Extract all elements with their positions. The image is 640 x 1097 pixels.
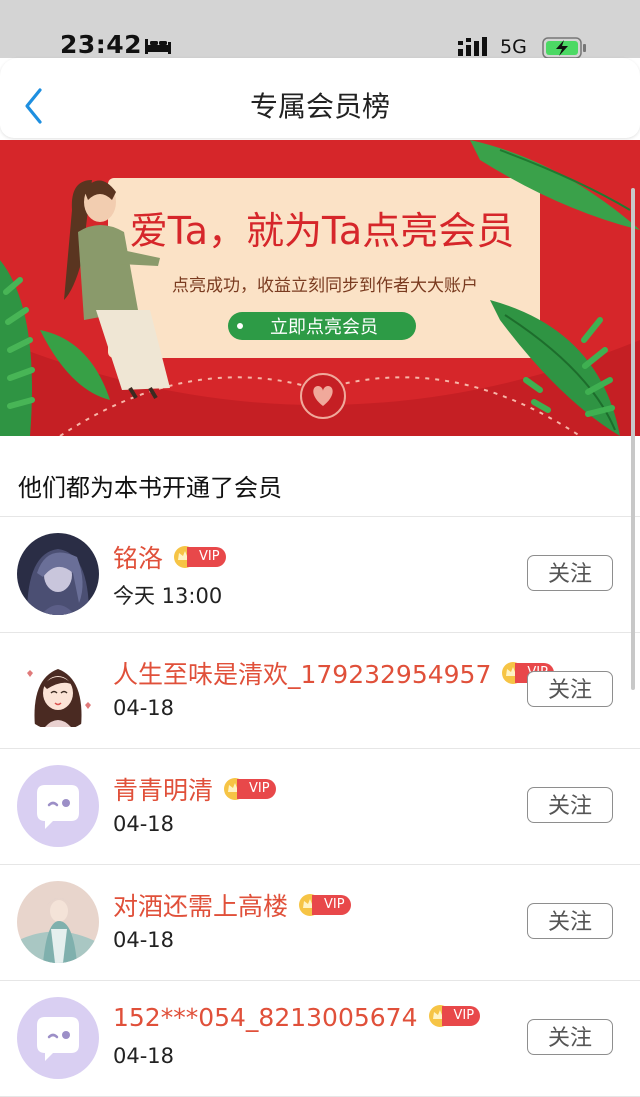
signal-icon xyxy=(458,37,487,56)
avatar[interactable] xyxy=(17,533,99,615)
follow-button[interactable]: 关注 xyxy=(527,671,613,707)
cartoon-girl-avatar-icon xyxy=(17,649,99,731)
ancient-style-avatar-icon xyxy=(17,881,99,963)
page-title: 专属会员榜 xyxy=(249,90,390,123)
member-name: 152***054_8213005674 VIP xyxy=(113,1003,482,1032)
avatar[interactable] xyxy=(17,881,99,963)
nav-header: 专属会员榜 xyxy=(0,58,640,138)
follow-button[interactable]: 关注 xyxy=(527,903,613,939)
vip-badge: VIP xyxy=(428,1005,482,1027)
avatar[interactable] xyxy=(17,649,99,731)
list-item[interactable]: 铭洛 VIP 今天 13:00 关注 xyxy=(0,517,640,633)
follow-button[interactable]: 关注 xyxy=(527,787,613,823)
banner-headline: 爱Ta，就为Ta点亮会员 xyxy=(130,209,514,253)
list-item[interactable]: 152***054_8213005674 VIP 04-18 关注 xyxy=(0,981,640,1097)
list-item[interactable]: 对酒还需上高楼 VIP 04-18 关注 xyxy=(0,865,640,981)
vip-badge: VIP xyxy=(173,546,227,568)
member-name: 青青明清 VIP xyxy=(113,771,277,807)
battery-charging-icon xyxy=(542,37,586,59)
avatar[interactable] xyxy=(17,765,99,847)
member-name: 人生至味是清欢_179232954957VIP xyxy=(113,655,555,691)
status-time: 23:42 xyxy=(60,30,143,59)
list-item[interactable]: 人生至味是清欢_179232954957VIP 04-18 关注 xyxy=(0,633,640,749)
banner-cta-label: 立即点亮会员 xyxy=(270,317,378,338)
default-chat-avatar-icon xyxy=(17,765,99,847)
member-list: 铭洛VIP 今天 13:00 关注 人生至味是清欢_179232954957VI… xyxy=(0,517,640,1097)
promo-banner[interactable]: 爱Ta，就为Ta点亮会员 点亮成功，收益立刻同步到作者大大账户 立即点亮会员 xyxy=(0,140,640,436)
network-label: 5G xyxy=(500,36,527,58)
default-chat-avatar-icon xyxy=(17,997,99,1079)
dark-girl-avatar-icon xyxy=(17,533,99,615)
member-name: 铭洛 VIP xyxy=(113,539,227,575)
banner-subline: 点亮成功，收益立刻同步到作者大大账户 xyxy=(172,276,478,296)
member-time: 今天 13:00 xyxy=(113,584,223,608)
member-time: 04-18 xyxy=(113,696,175,720)
member-time: 04-18 xyxy=(113,812,175,836)
member-time: 04-18 xyxy=(113,1044,175,1068)
avatar[interactable] xyxy=(17,997,99,1079)
member-name: 对酒还需上高楼 VIP xyxy=(113,887,352,923)
follow-button[interactable]: 关注 xyxy=(527,1019,613,1055)
scrollbar[interactable] xyxy=(631,188,635,690)
member-time: 04-18 xyxy=(113,928,175,952)
vip-badge: VIP xyxy=(298,894,352,916)
section-title: 他们都为本书开通了会员 xyxy=(18,474,282,502)
list-item[interactable]: 青青明清 VIP 04-18 关注 xyxy=(0,749,640,865)
status-bar: 23:42 5G xyxy=(0,0,640,59)
vip-badge: VIP xyxy=(223,778,277,800)
bed-icon xyxy=(145,39,171,54)
follow-button[interactable]: 关注 xyxy=(527,555,613,591)
